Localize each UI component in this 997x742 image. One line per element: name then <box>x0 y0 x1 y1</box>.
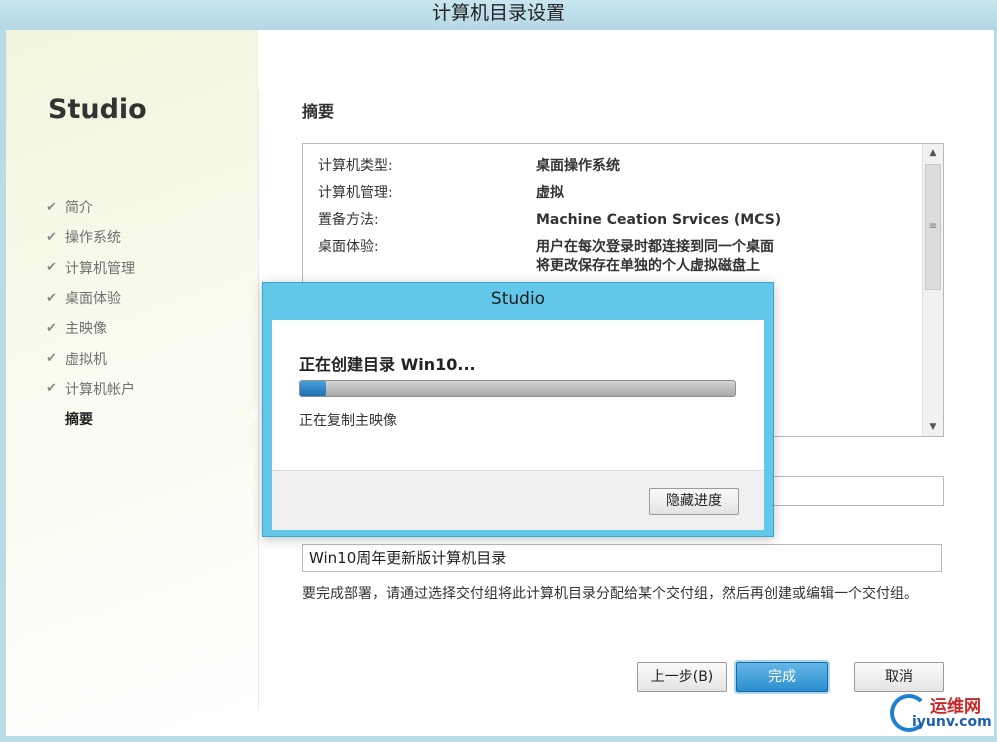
step-item-machine-management[interactable]: ✔ 计算机管理 <box>46 253 135 283</box>
check-icon: ✔ <box>46 290 57 306</box>
step-label: 虚拟机 <box>65 351 107 368</box>
summary-key: 计算机管理: <box>318 185 393 201</box>
summary-key: 置备方法: <box>318 212 379 228</box>
check-icon: ✔ <box>46 381 57 397</box>
summary-row: 计算机类型: 桌面操作系统 <box>318 157 781 176</box>
check-icon: ✔ <box>46 351 57 367</box>
sidebar: Studio ✔ 简介 ✔ 操作系统 ✔ 计算机管理 ✔ 桌面体验 ✔ 主映像 ✔ 虚拟机 … <box>6 30 258 736</box>
title-bar: 计算机目录设置 <box>0 0 997 30</box>
dialog-title: Studio <box>490 289 546 309</box>
scroll-up-arrow-icon[interactable]: ▲ <box>923 144 943 162</box>
step-item-desktop-experience[interactable]: ✔ 桌面体验 <box>46 283 135 313</box>
step-item-os[interactable]: ✔ 操作系统 <box>46 222 135 252</box>
step-item-intro[interactable]: ✔ 简介 <box>46 192 135 222</box>
brand-title: Studio <box>48 94 147 125</box>
summary-value: 用户在每次登录时都连接到同一个桌面 将更改保存在单独的个人虚拟磁盘上 <box>536 238 774 276</box>
watermark-logo: 运维网 iyunv.com <box>890 690 994 738</box>
summary-value-line: 将更改保存在单独的个人虚拟磁盘上 <box>536 258 760 274</box>
dialog-body: 正在创建目录 Win10... 正在复制主映像 <box>272 320 764 470</box>
step-label: 简介 <box>65 200 93 217</box>
step-list: ✔ 简介 ✔ 操作系统 ✔ 计算机管理 ✔ 桌面体验 ✔ 主映像 ✔ 虚拟机 ✔ 计算机帐户 … <box>46 192 135 434</box>
check-icon: ✔ <box>46 199 57 215</box>
summary-scrollbar[interactable]: ▲ ≡ ▼ <box>922 144 943 436</box>
summary-key: 计算机类型: <box>318 158 393 174</box>
page-heading: 摘要 <box>302 102 335 121</box>
summary-row: 置备方法: Machine Ceation Srvices (MCS) <box>318 211 781 230</box>
cancel-button[interactable]: 取消 <box>854 662 944 692</box>
completion-note: 要完成部署，请通过选择交付组将此计算机目录分配给某个交付组，然后再创建或编辑一个… <box>302 586 918 602</box>
summary-table: 计算机类型: 桌面操作系统 计算机管理: 虚拟 置备方法: Machine Ce… <box>318 157 781 284</box>
window-title: 计算机目录设置 <box>431 2 565 24</box>
summary-value: Machine Ceation Srvices (MCS) <box>536 212 782 228</box>
summary-key: 桌面体验: <box>318 239 379 255</box>
progress-status: 正在复制主映像 <box>299 413 397 429</box>
step-item-master-image[interactable]: ✔ 主映像 <box>46 313 135 343</box>
step-label: 主映像 <box>65 321 107 338</box>
finish-button[interactable]: 完成 <box>736 662 828 692</box>
step-label: 桌面体验 <box>65 291 121 308</box>
watermark-en: iyunv.com <box>912 714 992 730</box>
summary-row: 桌面体验: 用户在每次登录时都连接到同一个桌面 将更改保存在单独的个人虚拟磁盘上 <box>318 238 781 276</box>
step-item-computer-accounts[interactable]: ✔ 计算机帐户 <box>46 374 135 404</box>
scroll-down-arrow-icon[interactable]: ▼ <box>923 418 943 436</box>
summary-row: 计算机管理: 虚拟 <box>318 184 781 203</box>
progress-dialog: Studio 正在创建目录 Win10... 正在复制主映像 隐藏进度 <box>262 282 774 537</box>
step-label: 计算机帐户 <box>65 381 135 398</box>
step-label: 操作系统 <box>65 230 121 247</box>
step-label: 计算机管理 <box>65 260 135 277</box>
sidebar-divider <box>258 90 259 710</box>
catalog-name-input[interactable]: Win10周年更新版计算机目录 <box>302 544 942 572</box>
back-button[interactable]: 上一步(B) <box>637 662 727 692</box>
check-icon: ✔ <box>46 320 57 336</box>
check-icon: ✔ <box>46 260 57 276</box>
summary-value: 虚拟 <box>536 185 564 201</box>
progress-bar <box>299 380 736 397</box>
step-item-virtual-machines[interactable]: ✔ 虚拟机 <box>46 343 135 373</box>
progress-fill <box>300 381 327 396</box>
summary-value-line: 用户在每次登录时都连接到同一个桌面 <box>536 239 774 255</box>
dialog-footer: 隐藏进度 <box>272 470 764 530</box>
progress-message: 正在创建目录 Win10... <box>299 355 476 374</box>
step-item-summary[interactable]: 摘要 <box>46 404 135 434</box>
scroll-thumb[interactable]: ≡ <box>925 164 941 290</box>
hide-progress-button[interactable]: 隐藏进度 <box>649 488 739 515</box>
check-icon: ✔ <box>46 229 57 245</box>
summary-value: 桌面操作系统 <box>536 158 620 174</box>
